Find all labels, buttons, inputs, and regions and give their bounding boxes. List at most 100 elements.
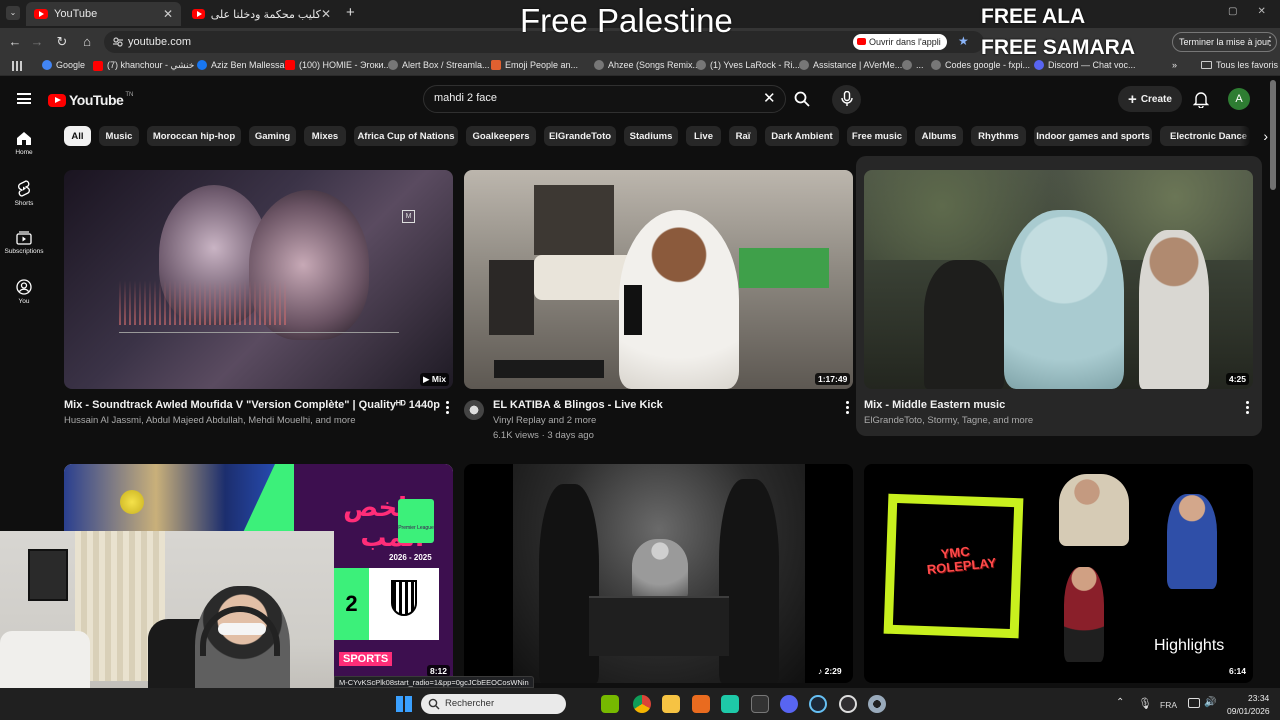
- bookmark-item[interactable]: Aziz Ben Mallessa: [197, 60, 285, 70]
- bookmark-item[interactable]: (100) HOMIE - Эгоки...: [285, 60, 391, 70]
- chips-next-chevron-icon[interactable]: ›: [1240, 126, 1268, 146]
- chip-dark-ambient[interactable]: Dark Ambient: [765, 126, 839, 146]
- app-a-icon[interactable]: [692, 695, 710, 713]
- sidebar-item-shorts[interactable]: Shorts: [0, 180, 48, 207]
- chip-elgrandetoto[interactable]: ElGrandeToto: [544, 126, 616, 146]
- chip-mixes[interactable]: Mixes: [304, 126, 346, 146]
- video-title[interactable]: Mix - Middle Eastern music: [864, 399, 1005, 411]
- clear-search-icon[interactable]: ✕: [763, 89, 776, 107]
- voice-search-button[interactable]: [832, 85, 861, 114]
- bookmark-item[interactable]: Emoji People an...: [491, 60, 578, 70]
- video-thumbnail[interactable]: M: [64, 170, 453, 389]
- chip-live[interactable]: Live: [686, 126, 721, 146]
- youtube-logo[interactable]: YouTube TN: [48, 92, 133, 108]
- video-title[interactable]: Mix - Soundtrack Awled Moufida V "Versio…: [64, 399, 440, 411]
- chip-africa-cup[interactable]: Africa Cup of Nations: [354, 126, 458, 146]
- clock-date[interactable]: 09/01/2026: [1227, 706, 1270, 716]
- bookmark-item[interactable]: (7) khanchour - خنشي: [93, 60, 194, 71]
- update-button[interactable]: Terminer la mise à jour: [1172, 32, 1278, 52]
- bookmark-star-icon[interactable]: ★: [958, 34, 969, 48]
- app-dark-icon[interactable]: [751, 695, 769, 713]
- nvidia-app-icon[interactable]: [601, 695, 619, 713]
- more-actions-icon[interactable]: [846, 401, 850, 416]
- discord-taskbar-icon[interactable]: [780, 695, 798, 713]
- chip-albums[interactable]: Albums: [915, 126, 963, 146]
- bookmark-item[interactable]: Ahzee (Songs Remix...: [594, 60, 700, 70]
- create-button[interactable]: + Create: [1118, 86, 1182, 112]
- video-channels[interactable]: ElGrandeToto, Stormy, Tagne, and more: [864, 415, 1033, 426]
- page-scrollbar[interactable]: [1270, 80, 1276, 190]
- close-tab-icon[interactable]: ✕: [321, 7, 331, 21]
- file-explorer-icon[interactable]: [662, 695, 680, 713]
- chip-rhythms[interactable]: Rhythms: [971, 126, 1026, 146]
- bookmark-item[interactable]: Assistance | AVerMe...: [799, 60, 902, 70]
- video-thumbnail[interactable]: YMC ROLEPLAY Highlights: [864, 464, 1253, 683]
- chip-free-music[interactable]: Free music: [847, 126, 907, 146]
- video-title[interactable]: EL KATIBA & Blingos - Live Kick: [493, 399, 663, 411]
- reload-icon[interactable]: ↻: [53, 33, 71, 51]
- bookmark-item[interactable]: Google: [42, 60, 85, 70]
- search-icon[interactable]: [794, 91, 810, 107]
- avatar[interactable]: A: [1228, 88, 1250, 110]
- home-browser-icon[interactable]: ⌂: [78, 33, 96, 51]
- video-thumbnail[interactable]: [464, 464, 853, 683]
- chrome-icon[interactable]: [633, 695, 651, 713]
- chip-gaming[interactable]: Gaming: [249, 126, 296, 146]
- settings-gear-icon[interactable]: [868, 695, 886, 713]
- apps-grid-icon[interactable]: [12, 61, 22, 71]
- all-bookmarks-folder[interactable]: Tous les favoris: [1201, 60, 1278, 70]
- chip-electronic-dance[interactable]: Electronic Dance: [1160, 126, 1250, 146]
- tab-clip[interactable]: كليب محكمة ودخلنا على المقومة ✕: [184, 2, 339, 26]
- windows-start-icon[interactable]: [396, 696, 412, 712]
- globe-icon: [799, 60, 809, 70]
- video-thumbnail[interactable]: [864, 170, 1253, 389]
- bookmark-item[interactable]: Alert Box / Streamla...: [388, 60, 490, 70]
- bookmark-item[interactable]: ...: [902, 60, 924, 70]
- close-tab-icon[interactable]: ✕: [163, 7, 173, 21]
- clock-time[interactable]: 23:34: [1248, 693, 1269, 703]
- bookmark-item[interactable]: Codes google - fxpi...: [931, 60, 1030, 70]
- notifications-bell-icon[interactable]: [1193, 91, 1209, 108]
- bookmark-item[interactable]: Discord — Chat voc...: [1034, 60, 1136, 70]
- bookmark-item[interactable]: (1) Yves LaRock - Ri...: [696, 60, 800, 70]
- site-info-icon[interactable]: [112, 36, 124, 48]
- tab-youtube[interactable]: YouTube ✕: [26, 2, 181, 26]
- open-in-app-button[interactable]: Ouvrir dans l'appli: [853, 34, 947, 50]
- taskbar-search[interactable]: Rechercher: [421, 694, 566, 714]
- chip-indoor-games[interactable]: Indoor games and sports: [1034, 126, 1152, 146]
- forward-arrow-icon[interactable]: →: [28, 33, 46, 51]
- chip-stadiums[interactable]: Stadiums: [624, 126, 678, 146]
- sidebar-item-you[interactable]: You: [0, 279, 48, 305]
- search-input[interactable]: mahdi 2 face: [434, 92, 497, 104]
- more-bookmarks-icon[interactable]: »: [1172, 60, 1177, 70]
- chip-all[interactable]: All: [64, 126, 91, 146]
- channel-avatar[interactable]: [464, 400, 484, 420]
- sidebar-item-home[interactable]: Home: [0, 131, 48, 156]
- home-icon: [17, 132, 31, 145]
- window-controls[interactable]: ▢✕: [1228, 6, 1280, 17]
- hamburger-menu-icon[interactable]: [17, 93, 31, 104]
- tray-chevron-icon[interactable]: ⌃: [1116, 697, 1124, 708]
- sidebar-item-subscriptions[interactable]: Subscriptions: [0, 230, 48, 255]
- microphone-tray-icon[interactable]: 🎙: [1138, 697, 1152, 710]
- steam-icon[interactable]: [809, 695, 827, 713]
- app-teal-icon[interactable]: [721, 695, 739, 713]
- browser-menu-icon[interactable]: ⋮: [1264, 34, 1276, 48]
- obs-icon[interactable]: [839, 695, 857, 713]
- more-actions-icon[interactable]: [1246, 401, 1250, 416]
- chip-goalkeepers[interactable]: Goalkeepers: [466, 126, 536, 146]
- thumb-hooded-figure: [1004, 210, 1124, 389]
- video-thumbnail[interactable]: [464, 170, 853, 389]
- tab-search-chevron[interactable]: ⌄: [6, 6, 20, 20]
- chip-rai[interactable]: Raï: [729, 126, 757, 146]
- new-tab-button[interactable]: +: [346, 4, 355, 21]
- more-actions-icon[interactable]: [446, 401, 450, 416]
- volume-icon[interactable]: 🔊: [1204, 697, 1216, 708]
- video-channel[interactable]: Vinyl Replay and 2 more: [493, 415, 596, 426]
- back-arrow-icon[interactable]: ←: [6, 33, 24, 51]
- video-channels[interactable]: Hussain Al Jassmi, Abdul Majeed Abdullah…: [64, 415, 356, 426]
- chip-music[interactable]: Music: [99, 126, 139, 146]
- network-icon[interactable]: [1188, 698, 1200, 708]
- language-indicator[interactable]: FRA: [1160, 700, 1177, 710]
- chip-moroccan-hip-hop[interactable]: Moroccan hip-hop: [147, 126, 241, 146]
